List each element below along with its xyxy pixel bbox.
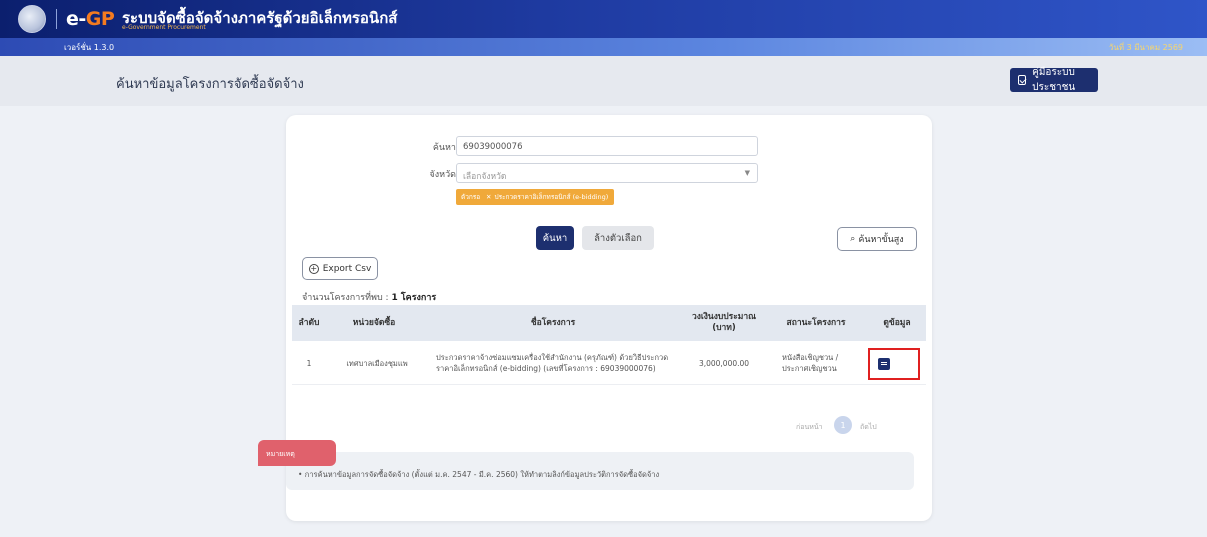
keyword-label: ค้นหา (432, 143, 456, 153)
province-label: จังหวัด (429, 170, 457, 180)
filter-chip-label: ประกวดราคาอิเล็กทรอนิกส์ (e-bidding) (494, 193, 609, 201)
col-header-no: ลำดับ (298, 317, 320, 328)
egp-logo[interactable]: e-GP (66, 8, 115, 30)
table-row: 1 เทศบาลเมืองชุมแพ ประกวดราคาจ้างซ่อมแซม… (292, 341, 926, 385)
cell-project: ประกวดราคาจ้างซ่อมแซมเครื่องใช้สำนักงาน … (436, 353, 669, 373)
keyword-input[interactable]: 69039000076 (456, 136, 758, 156)
results-table-header: ลำดับ หน่วยจัดซื้อ ชื่อโครงการ วงเงินงบป… (292, 305, 926, 341)
col-header-status: สถานะโครงการ (786, 317, 846, 328)
search-button[interactable]: ค้นหา (536, 226, 574, 250)
result-count: จำนวนโครงการที่พบ : 1 โครงการ (302, 290, 436, 304)
cell-status: หนังสือเชิญชวน / ประกาศเชิญชวน (782, 353, 839, 373)
header-divider (56, 9, 57, 29)
today-date: วันที่ 3 มีนาคม 2569 (1108, 43, 1183, 52)
checkbox-icon (1018, 75, 1027, 85)
user-manual-label: คู่มือระบบประชาชน (1032, 67, 1076, 93)
plus-circle-icon: + (308, 263, 319, 274)
advanced-search-button[interactable]: ⌕ ค้นหาขั้นสูง (837, 227, 917, 251)
province-placeholder: เลือกจังหวัด (463, 172, 507, 182)
search-card: ค้นหา 69039000076 จังหวัด เลือกจังหวัด ▼… (258, 115, 932, 521)
chevron-down-icon: ▼ (744, 169, 750, 177)
export-csv-label: Export Csv (322, 263, 372, 274)
government-seal-logo (18, 5, 46, 33)
clear-button[interactable]: ล้างตัวเลือก (582, 226, 654, 250)
pager-page-1[interactable]: 1 (834, 416, 852, 434)
user-manual-button[interactable]: คู่มือระบบประชาชน (1010, 67, 1098, 93)
page-bar: ค้นหาข้อมูลโครงการจัดซื้อจัดจ้าง คู่มือร… (0, 56, 1207, 106)
col-header-budget: วงเงินงบประมาณ (บาท) (691, 312, 757, 333)
version-label: เวอร์ชั่น 1.3.0 (64, 43, 115, 52)
result-count-label: จำนวนโครงการที่พบ : (302, 293, 389, 303)
result-count-value: 1 โครงการ (391, 293, 437, 303)
note-tab: หมายเหตุ (258, 440, 336, 466)
version-strip: เวอร์ชั่น 1.3.0 วันที่ 3 มีนาคม 2569 (0, 38, 1207, 56)
pager-prev[interactable]: ก่อนหน้า (796, 422, 823, 433)
site-subtitle: e-Government Procurement (122, 24, 206, 31)
advanced-search-label: ค้นหาขั้นสูง (858, 235, 904, 245)
keyword-value: 69039000076 (463, 142, 523, 152)
page-title: ค้นหาข้อมูลโครงการจัดซื้อจัดจ้าง (116, 77, 304, 92)
filter-chip-ebidding[interactable]: ✕ ประกวดราคาอิเล็กทรอนิกส์ (e-bidding) (480, 189, 615, 205)
top-header: e-GP ระบบจัดซื้อจัดจ้างภาครัฐด้วยอิเล็กท… (0, 0, 1207, 38)
cell-agency: เทศบาลเมืองชุมแพ (346, 358, 408, 368)
province-select[interactable]: เลือกจังหวัด ▼ (456, 163, 758, 183)
search-icon: ⌕ (850, 234, 856, 244)
export-csv-button[interactable]: + Export Csv (302, 257, 378, 280)
note-box: • การค้นหาข้อมูลการจัดซื้อจัดจ้าง (ตั้งแ… (286, 452, 914, 490)
col-header-project: ชื่อโครงการ (530, 317, 576, 328)
note-text[interactable]: • การค้นหาข้อมูลการจัดซื้อจัดจ้าง (ตั้งแ… (298, 469, 659, 481)
cell-no: 1 (306, 358, 312, 368)
close-icon[interactable]: ✕ (486, 193, 491, 201)
col-header-view: ดูข้อมูล (883, 317, 911, 328)
highlight-box (868, 348, 920, 380)
col-header-agency: หน่วยจัดซื้อ (352, 317, 396, 328)
cell-budget: 3,000,000.00 (698, 358, 750, 368)
pager-next[interactable]: ถัดไป (860, 422, 877, 433)
